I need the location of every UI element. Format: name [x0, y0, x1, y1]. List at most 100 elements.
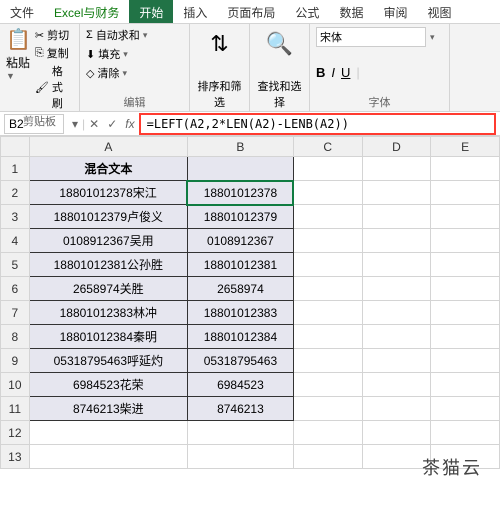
- cell[interactable]: [293, 157, 362, 181]
- cell-b9[interactable]: 05318795463: [187, 349, 293, 373]
- col-header-a[interactable]: A: [29, 137, 187, 157]
- col-header-d[interactable]: D: [362, 137, 431, 157]
- row-header[interactable]: 12: [1, 421, 30, 445]
- cell-a3[interactable]: 18801012379卢俊义: [29, 205, 187, 229]
- cell[interactable]: [362, 181, 431, 205]
- cell[interactable]: [431, 397, 500, 421]
- cell-b1[interactable]: [187, 157, 293, 181]
- cell[interactable]: [362, 157, 431, 181]
- row-header[interactable]: 13: [1, 445, 30, 469]
- row-header[interactable]: 1: [1, 157, 30, 181]
- cell[interactable]: [293, 373, 362, 397]
- col-header-c[interactable]: C: [293, 137, 362, 157]
- row-header[interactable]: 4: [1, 229, 30, 253]
- cell[interactable]: [362, 349, 431, 373]
- find-select-group[interactable]: 🔍 查找和选择: [250, 24, 310, 111]
- cell[interactable]: [293, 277, 362, 301]
- cell-a9[interactable]: 05318795463呼延灼: [29, 349, 187, 373]
- cell[interactable]: [293, 325, 362, 349]
- menu-review[interactable]: 审阅: [373, 0, 417, 23]
- cell-a6[interactable]: 2658974关胜: [29, 277, 187, 301]
- italic-button[interactable]: I: [331, 65, 335, 80]
- col-header-b[interactable]: B: [187, 137, 293, 157]
- cell[interactable]: [431, 253, 500, 277]
- formula-input[interactable]: =LEFT(A2,2*LEN(A2)-LENB(A2)): [139, 113, 496, 135]
- cell-b7[interactable]: 18801012383: [187, 301, 293, 325]
- cell-b8[interactable]: 18801012384: [187, 325, 293, 349]
- cut-button[interactable]: ✂ 剪切: [35, 27, 73, 43]
- menu-insert[interactable]: 插入: [173, 0, 217, 23]
- row-header[interactable]: 10: [1, 373, 30, 397]
- row-header[interactable]: 9: [1, 349, 30, 373]
- cell[interactable]: [293, 349, 362, 373]
- cell[interactable]: [431, 421, 500, 445]
- name-box[interactable]: B2: [4, 114, 64, 134]
- cell[interactable]: [362, 253, 431, 277]
- menu-home[interactable]: 开始: [129, 0, 173, 23]
- row-header[interactable]: 5: [1, 253, 30, 277]
- underline-button[interactable]: U: [341, 65, 350, 80]
- cell[interactable]: [431, 205, 500, 229]
- cell[interactable]: [293, 397, 362, 421]
- paste-button[interactable]: 📋 粘贴 ▼: [6, 27, 31, 111]
- col-header-e[interactable]: E: [431, 137, 500, 157]
- cell-b3[interactable]: 18801012379: [187, 205, 293, 229]
- sort-filter-group[interactable]: ⇅ 排序和筛选: [190, 24, 250, 111]
- menu-data[interactable]: 数据: [329, 0, 373, 23]
- cell-b11[interactable]: 8746213: [187, 397, 293, 421]
- row-header[interactable]: 3: [1, 205, 30, 229]
- cell-a11[interactable]: 8746213柴进: [29, 397, 187, 421]
- cell[interactable]: [187, 445, 293, 469]
- cell[interactable]: [187, 421, 293, 445]
- cell[interactable]: [431, 325, 500, 349]
- cell-b6[interactable]: 2658974: [187, 277, 293, 301]
- menu-excel-finance[interactable]: Excel与财务: [44, 0, 129, 23]
- cell-b2[interactable]: 18801012378: [187, 181, 293, 205]
- cell-a5[interactable]: 18801012381公孙胜: [29, 253, 187, 277]
- cell[interactable]: [362, 229, 431, 253]
- row-header[interactable]: 11: [1, 397, 30, 421]
- cell-a1[interactable]: 混合文本: [29, 157, 187, 181]
- cell[interactable]: [431, 181, 500, 205]
- cell[interactable]: [362, 445, 431, 469]
- cell[interactable]: [293, 253, 362, 277]
- cell[interactable]: [431, 349, 500, 373]
- cell[interactable]: [431, 229, 500, 253]
- cancel-icon[interactable]: ✕: [85, 117, 103, 131]
- menu-file[interactable]: 文件: [0, 0, 44, 23]
- row-header[interactable]: 2: [1, 181, 30, 205]
- cell-a7[interactable]: 18801012383林冲: [29, 301, 187, 325]
- cell-a8[interactable]: 18801012384秦明: [29, 325, 187, 349]
- cell[interactable]: [29, 421, 187, 445]
- cell[interactable]: [362, 397, 431, 421]
- cell-b5[interactable]: 18801012381: [187, 253, 293, 277]
- cell[interactable]: [362, 421, 431, 445]
- cell[interactable]: [293, 229, 362, 253]
- cell-b10[interactable]: 6984523: [187, 373, 293, 397]
- cell[interactable]: [293, 205, 362, 229]
- cell[interactable]: [362, 301, 431, 325]
- menu-layout[interactable]: 页面布局: [217, 0, 285, 23]
- row-header[interactable]: 8: [1, 325, 30, 349]
- confirm-icon[interactable]: ✓: [103, 117, 121, 131]
- cell[interactable]: [431, 301, 500, 325]
- cell[interactable]: [293, 421, 362, 445]
- cell[interactable]: [431, 277, 500, 301]
- fx-label[interactable]: fx: [121, 117, 138, 131]
- clear-button[interactable]: ◇ 清除 ▾: [86, 65, 183, 81]
- cell-a10[interactable]: 6984523花荣: [29, 373, 187, 397]
- cell[interactable]: [362, 325, 431, 349]
- format-painter-button[interactable]: 🖌 格式刷: [35, 63, 73, 111]
- cell-a4[interactable]: 0108912367吴用: [29, 229, 187, 253]
- cell[interactable]: [293, 301, 362, 325]
- cell[interactable]: [362, 277, 431, 301]
- cell[interactable]: [29, 445, 187, 469]
- cell[interactable]: [431, 373, 500, 397]
- font-name-select[interactable]: 宋体: [316, 27, 426, 47]
- fill-button[interactable]: ⬇ 填充 ▾: [86, 46, 183, 62]
- autosum-button[interactable]: Σ 自动求和 ▾: [86, 27, 183, 43]
- chevron-down-icon[interactable]: ▾: [68, 117, 82, 131]
- chevron-down-icon[interactable]: ▾: [430, 32, 435, 43]
- menu-view[interactable]: 视图: [417, 0, 461, 23]
- cell[interactable]: [293, 181, 362, 205]
